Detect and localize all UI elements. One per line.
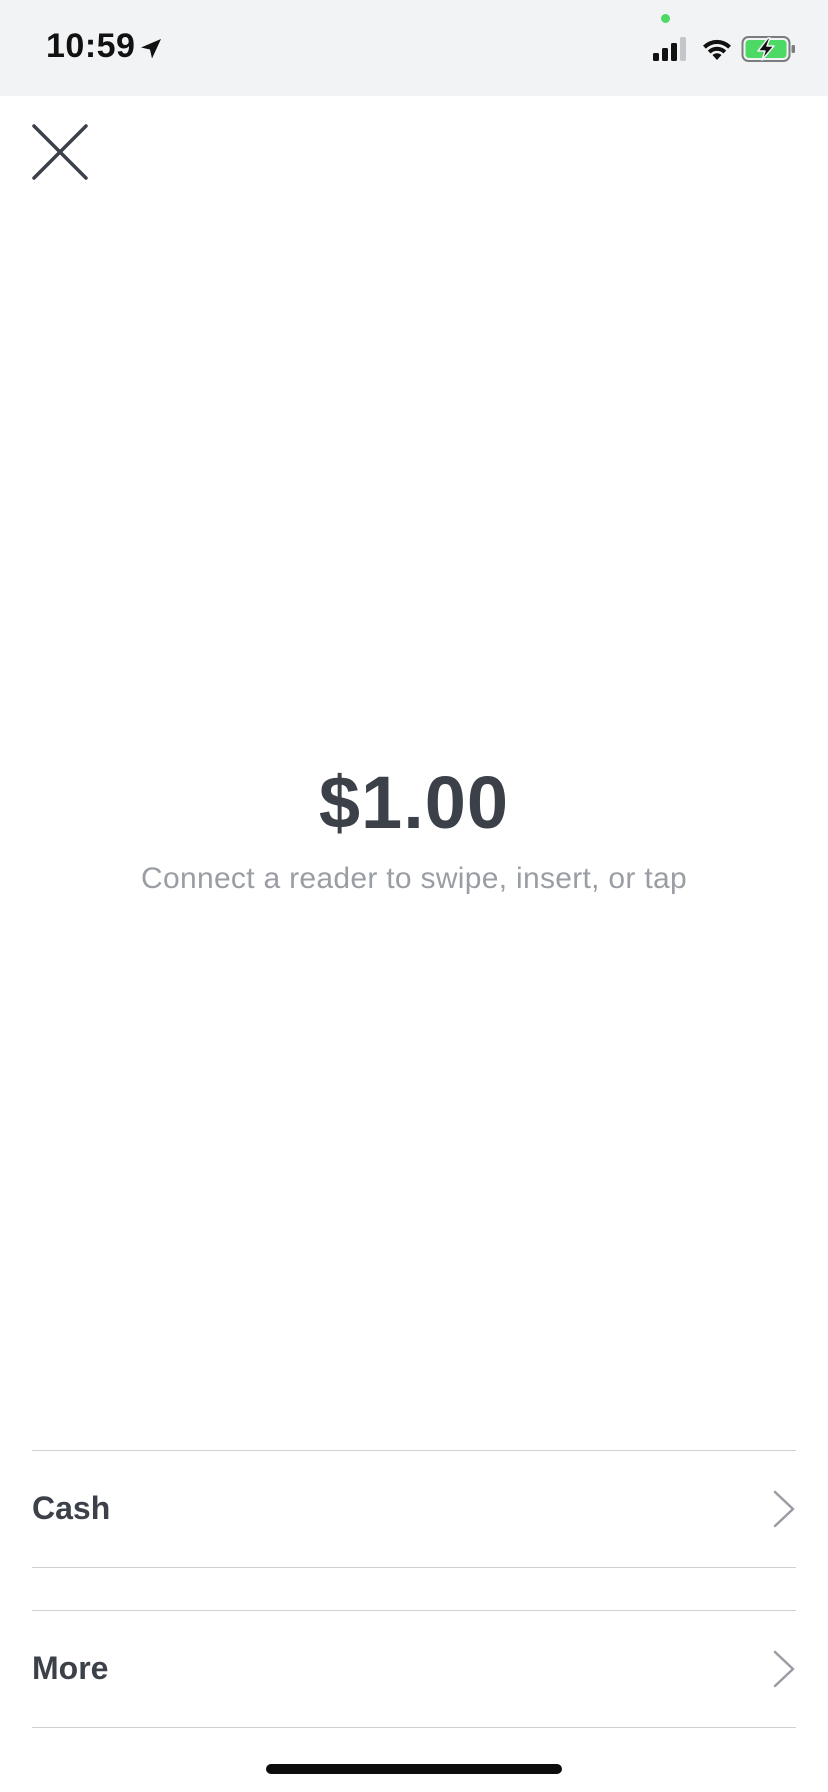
wifi-icon [703,39,731,60]
status-bar: 10:59 [0,0,828,96]
more-option-label: More [32,1650,109,1686]
checkout-screen: 10:59 $1.00 Connect a reader to swipe, i… [0,0,828,1792]
payment-amount: $1.00 [318,761,510,844]
home-indicator[interactable] [266,1764,562,1774]
close-button[interactable] [28,120,92,184]
location-arrow-icon [141,39,161,59]
status-time: 10:59 [46,27,136,65]
cash-option-label: Cash [32,1490,111,1526]
more-option-row[interactable]: More [32,1610,796,1728]
battery-charging-icon [741,36,795,62]
signal-icon [653,37,686,61]
close-icon [32,124,88,180]
privacy-indicator-dot [661,14,670,23]
chevron-right-icon [773,1490,795,1528]
chevron-right-icon [773,1650,795,1688]
cash-option-row[interactable]: Cash [32,1450,796,1568]
reader-instruction: Connect a reader to swipe, insert, or ta… [141,862,687,895]
